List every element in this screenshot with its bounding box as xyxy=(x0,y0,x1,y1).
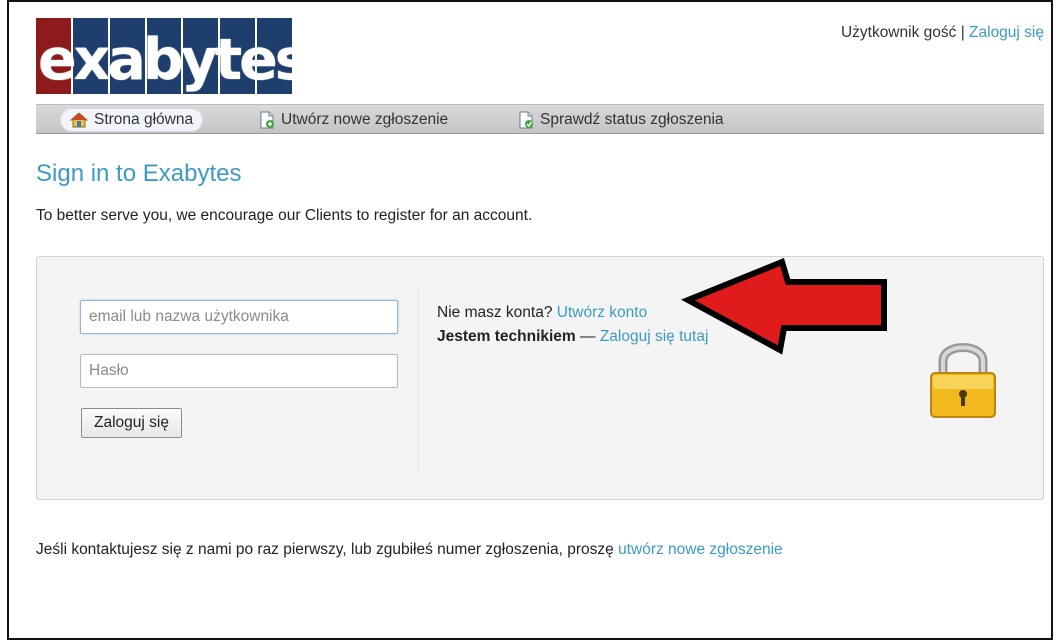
panel-divider xyxy=(417,287,420,473)
intro-text: To better serve you, we encourage our Cl… xyxy=(36,207,533,224)
user-bar: Użytkownik gość | Zaloguj się xyxy=(841,24,1044,42)
main-nav: Strona główna Utwórz nowe zgłoszenie Spr… xyxy=(36,104,1044,134)
nav-item-label: Utwórz nowe zgłoszenie xyxy=(281,111,449,128)
email-input[interactable] xyxy=(80,300,398,334)
login-button[interactable]: Zaloguj się xyxy=(81,408,182,438)
no-account-text: Nie masz konta? xyxy=(437,304,553,321)
password-input[interactable] xyxy=(80,354,398,388)
nav-item-ticket-status[interactable]: Sprawdź status zgłoszenia xyxy=(508,108,734,132)
nav-item-label: Strona główna xyxy=(94,111,194,128)
padlock-icon xyxy=(927,335,999,426)
guest-user-label: Użytkownik gość xyxy=(840,24,957,41)
exabytes-logo[interactable]: exabytes xyxy=(36,18,292,94)
nav-item-label: Sprawdź status zgłoszenia xyxy=(540,111,724,128)
red-arrow-annotation xyxy=(680,257,892,363)
home-icon xyxy=(70,112,88,128)
create-ticket-link[interactable]: utwórz nowe zgłoszenie xyxy=(618,541,783,558)
agent-label: Jestem technikiem xyxy=(437,328,576,345)
logo-text: exabytes xyxy=(38,27,292,93)
header-login-link[interactable]: Zaloguj się xyxy=(969,24,1044,41)
ticket-status-icon xyxy=(518,111,534,129)
separator: | xyxy=(960,24,965,41)
footer-text: Jeśli kontaktujesz się z nami po raz pie… xyxy=(36,541,783,559)
create-account-link[interactable]: Utwórz konto xyxy=(557,304,647,321)
new-ticket-icon xyxy=(259,111,275,129)
footer-message: Jeśli kontaktujesz się z nami po raz pie… xyxy=(36,541,614,558)
login-panel: Zaloguj się Nie masz konta? Utwórz konto… xyxy=(36,256,1044,500)
dash: — xyxy=(580,328,596,345)
nav-item-new-ticket[interactable]: Utwórz nowe zgłoszenie xyxy=(249,108,458,132)
signup-info: Nie masz konta? Utwórz konto Jestem tech… xyxy=(437,301,708,349)
nav-item-home[interactable]: Strona główna xyxy=(60,108,204,132)
page-title: Sign in to Exabytes xyxy=(36,160,242,187)
